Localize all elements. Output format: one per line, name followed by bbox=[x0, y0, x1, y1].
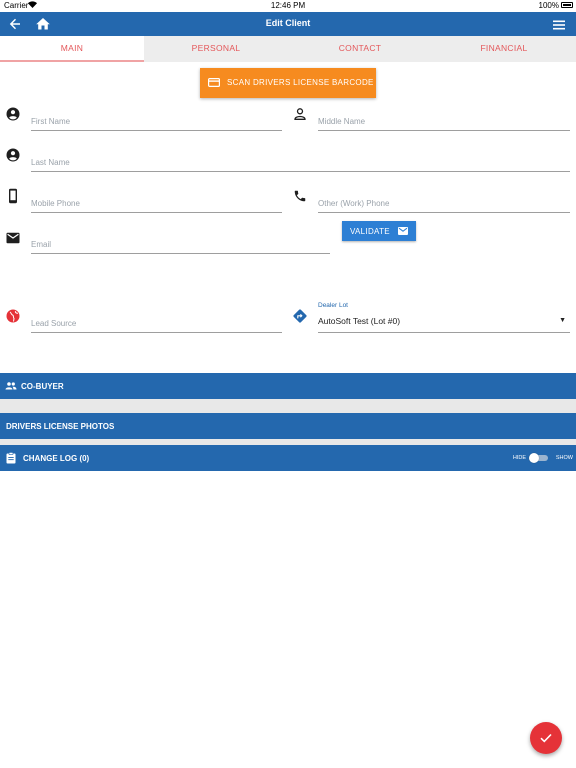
last-name-field[interactable]: Last Name bbox=[31, 152, 570, 172]
lead-source-field[interactable]: Lead Source bbox=[31, 313, 282, 333]
tab-main[interactable]: MAIN bbox=[0, 36, 144, 62]
validate-label: VALIDATE bbox=[350, 227, 390, 236]
dealer-lot-label: Dealer Lot bbox=[318, 302, 348, 309]
first-name-placeholder: First Name bbox=[31, 117, 71, 126]
app-bar: Edit Client bbox=[0, 12, 576, 36]
email-field[interactable]: Email bbox=[31, 234, 330, 254]
scan-license-label: SCAN DRIVERS LICENSE BARCODE bbox=[227, 78, 374, 87]
co-buyer-label: CO-BUYER bbox=[21, 382, 64, 391]
globe-icon bbox=[6, 309, 20, 323]
last-name-placeholder: Last Name bbox=[31, 158, 70, 167]
mobile-phone-placeholder: Mobile Phone bbox=[31, 199, 80, 208]
tab-bar: MAIN PERSONAL CONTACT FINANCIAL bbox=[0, 36, 576, 62]
save-fab-button[interactable] bbox=[530, 722, 562, 754]
envelope-icon bbox=[398, 227, 408, 235]
work-phone-placeholder: Other (Work) Phone bbox=[318, 199, 390, 208]
section-divider bbox=[0, 399, 576, 413]
status-bar: Carrier 12:46 PM 100% bbox=[0, 0, 576, 12]
battery-percent: 100% bbox=[538, 1, 559, 10]
scan-license-button[interactable]: SCAN DRIVERS LICENSE BARCODE bbox=[200, 68, 376, 98]
email-placeholder: Email bbox=[31, 240, 52, 249]
toggle-knob[interactable] bbox=[529, 453, 539, 463]
middle-name-field[interactable]: Middle Name bbox=[318, 111, 570, 131]
tab-financial[interactable]: FINANCIAL bbox=[432, 36, 576, 62]
change-log-label: CHANGE LOG (0) bbox=[23, 454, 90, 463]
dealer-lot-select[interactable]: AutoSoft Test (Lot #0) ▼ bbox=[318, 312, 570, 333]
co-buyer-section-header[interactable]: CO-BUYER bbox=[0, 373, 576, 399]
validate-email-button[interactable]: VALIDATE bbox=[342, 221, 416, 241]
hamburger-menu-icon[interactable] bbox=[552, 18, 566, 30]
credit-card-icon bbox=[208, 78, 221, 88]
status-time: 12:46 PM bbox=[270, 1, 306, 10]
toggle-hide-label: HIDE bbox=[512, 455, 526, 461]
battery-icon bbox=[561, 2, 573, 8]
people-icon bbox=[5, 380, 17, 392]
toggle-show-label: SHOW bbox=[555, 455, 573, 461]
person-outline-icon bbox=[293, 107, 307, 121]
first-name-field[interactable]: First Name bbox=[31, 111, 282, 131]
change-log-section-header[interactable]: CHANGE LOG (0) HIDE SHOW bbox=[0, 445, 576, 471]
tab-contact[interactable]: CONTACT bbox=[288, 36, 432, 62]
lead-source-placeholder: Lead Source bbox=[31, 319, 77, 328]
license-photos-section-header[interactable]: DRIVERS LICENSE PHOTOS bbox=[0, 413, 576, 439]
dealer-lot-value: AutoSoft Test (Lot #0) bbox=[318, 316, 401, 326]
smartphone-icon bbox=[6, 188, 20, 204]
envelope-icon bbox=[6, 231, 20, 245]
page-title: Edit Client bbox=[265, 18, 311, 28]
account-circle-icon bbox=[6, 107, 20, 121]
directions-icon bbox=[293, 309, 307, 323]
clipboard-icon bbox=[5, 452, 17, 464]
license-photos-label: DRIVERS LICENSE PHOTOS bbox=[6, 422, 115, 431]
checkmark-icon bbox=[540, 733, 552, 743]
phone-icon bbox=[293, 189, 307, 203]
mobile-phone-field[interactable]: Mobile Phone bbox=[31, 193, 282, 213]
middle-name-placeholder: Middle Name bbox=[318, 117, 366, 126]
work-phone-field[interactable]: Other (Work) Phone bbox=[318, 193, 570, 213]
account-circle-icon bbox=[6, 148, 20, 162]
chevron-down-icon: ▼ bbox=[559, 317, 566, 324]
tab-personal[interactable]: PERSONAL bbox=[144, 36, 288, 62]
